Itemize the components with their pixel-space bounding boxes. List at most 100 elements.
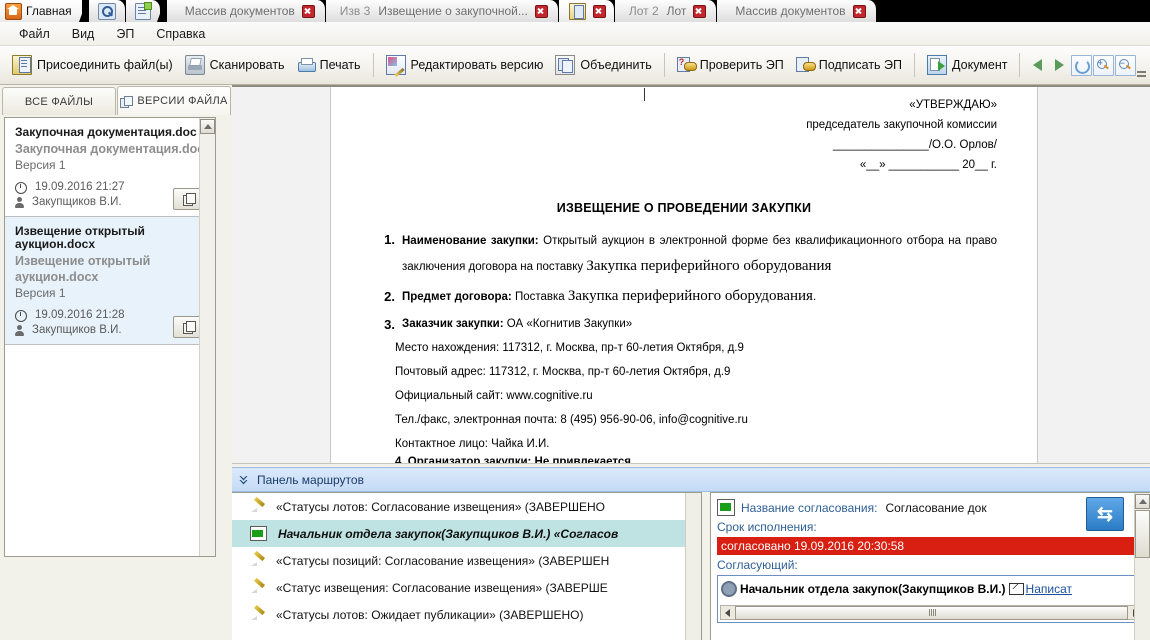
table-row[interactable]: «Статус извещения: Согласование извещени…	[232, 574, 701, 601]
row-text: «Статусы лотов: Согласование извещения» …	[276, 499, 606, 514]
close-icon[interactable]	[301, 4, 315, 18]
approval-icon	[250, 526, 267, 541]
menu-bar: Файл Вид ЭП Справка	[0, 22, 1150, 46]
menu-signature[interactable]: ЭП	[105, 24, 145, 44]
scroll-up-button[interactable]	[200, 119, 215, 134]
tab-document-array-2[interactable]: Массив документов	[717, 0, 877, 22]
table-row[interactable]: «Статусы лотов: Согласование извещения» …	[232, 493, 701, 520]
printer-icon	[297, 56, 316, 74]
toolbar-overflow-button[interactable]	[1136, 53, 1146, 77]
chevron-left-icon	[725, 608, 730, 617]
list-item[interactable]: Закупочная документация.doc Закупочная д…	[5, 118, 215, 217]
document-header: «УТВЕРЖДАЮ» председатель закупочной коми…	[371, 95, 997, 175]
scroll-thumb[interactable]	[735, 605, 1128, 620]
document-viewer[interactable]: «УТВЕРЖДАЮ» председатель закупочной коми…	[232, 85, 1150, 467]
header-line: «__» ___________ 20__ г.	[859, 159, 997, 171]
table-row[interactable]: «Статусы лотов: Ожидает публикации» (ЗАВ…	[232, 601, 701, 628]
edit-version-icon	[385, 55, 406, 75]
routes-list[interactable]: «Статусы лотов: Согласование извещения» …	[232, 492, 702, 640]
zoom-in-button[interactable]: +	[1092, 54, 1114, 76]
approval-icon	[717, 499, 735, 516]
user-icon	[15, 325, 24, 336]
sign-button[interactable]: Подписать ЭП	[790, 52, 908, 78]
verify-signature-button[interactable]: ? Проверить ЭП	[671, 52, 790, 78]
list-item[interactable]: Извещение открытый аукцион.docx Извещени…	[5, 217, 215, 345]
item-value: Закупка периферийного оборудования	[586, 258, 832, 274]
item-body: ОА «Когнитив Закупки»	[503, 318, 633, 330]
detail-line: Почтовый адрес: 117312, г. Москва, пр-т …	[395, 366, 731, 378]
write-link[interactable]: Написат	[1026, 582, 1072, 596]
tab-strip: Главная Массив документов Изв 3 Извещени…	[0, 0, 1150, 22]
text-caret	[644, 88, 645, 101]
file-name: Закупочная документация.doc	[15, 125, 197, 139]
next-page-button[interactable]	[1048, 54, 1070, 76]
scroll-left-button[interactable]	[721, 606, 734, 619]
file-list-scrollbar[interactable]	[199, 118, 215, 556]
user-icon	[15, 197, 24, 208]
refresh-button[interactable]	[1070, 54, 1092, 76]
return-button[interactable]: ⇆	[1086, 497, 1124, 531]
table-row[interactable]: Начальник отдела закупок(Закупщиков В.И.…	[232, 520, 701, 547]
file-name: Извещение открытый аукцион.docx	[15, 224, 145, 251]
document-button[interactable]: Документ	[921, 52, 1013, 78]
home-icon	[5, 2, 22, 20]
file-date: 19.09.2016 21:27	[35, 181, 125, 193]
merge-button[interactable]: Объединить	[549, 52, 657, 78]
scroll-thumb[interactable]	[1135, 510, 1150, 558]
approver-name: Начальник отдела закупок(Закупщиков В.И.…	[740, 582, 1006, 596]
file-subname: Закупочная документация.doc	[15, 142, 205, 156]
document-icon	[927, 55, 948, 75]
table-row[interactable]: «Статусы позиций: Согласование извещения…	[232, 547, 701, 574]
clock-icon	[15, 309, 27, 322]
tab-index: Лот 2	[628, 4, 659, 18]
close-icon[interactable]	[592, 4, 606, 18]
toolbar-separator-3	[914, 53, 916, 77]
tab-document-array-1[interactable]: Массив документов	[166, 0, 326, 22]
tab-label: Извещение о закупочной...	[378, 4, 528, 18]
approver-row[interactable]: Начальник отдела закупок(Закупщиков В.И.…	[718, 576, 1145, 600]
routes-splitter[interactable]	[702, 492, 710, 640]
versions-icon	[120, 95, 134, 108]
prev-page-button[interactable]	[1026, 54, 1048, 76]
tab-notice[interactable]: Изв 3 Извещение о закупочной...	[325, 0, 559, 22]
zoom-in-icon: +	[1092, 54, 1114, 76]
tab-new-doc[interactable]	[125, 0, 161, 22]
refresh-icon	[1070, 54, 1092, 76]
detail-vertical-scrollbar[interactable]	[1134, 493, 1150, 640]
detail-line: Официальный сайт: www.cognitive.ru	[395, 390, 593, 402]
edit-version-button[interactable]: Редактировать версию	[380, 52, 550, 78]
close-icon[interactable]	[693, 4, 707, 18]
menu-help[interactable]: Справка	[145, 24, 216, 44]
routes-list-scrollbar[interactable]	[685, 493, 701, 640]
scan-button[interactable]: Сканировать	[179, 52, 291, 78]
tab-label: Массив документов	[184, 4, 295, 18]
attach-file-button[interactable]: Присоединить файл(ы)	[6, 52, 179, 78]
header-line: председатель закупочной комиссии	[806, 119, 997, 131]
menu-file[interactable]: Файл	[8, 24, 61, 44]
item-number: 2.	[384, 289, 395, 304]
print-button[interactable]: Печать	[291, 52, 367, 78]
next-page-icon	[1054, 59, 1064, 71]
mail-icon[interactable]	[1008, 583, 1024, 595]
chevron-up-icon	[203, 124, 212, 129]
file-date: 19.09.2016 21:28	[35, 309, 125, 321]
routes-panel-header[interactable]: Панель маршрутов	[232, 467, 1150, 492]
close-icon[interactable]	[534, 4, 548, 18]
copy-icon	[183, 193, 196, 206]
tab-home[interactable]: Главная	[0, 0, 83, 22]
tab-search-doc[interactable]	[88, 0, 126, 22]
tab-all-files[interactable]: ВСЕ ФАЙЛЫ	[2, 87, 116, 115]
menu-view[interactable]: Вид	[61, 24, 106, 44]
close-icon[interactable]	[852, 4, 866, 18]
tab-lot[interactable]: Лот 2 Лот	[614, 0, 718, 22]
zoom-out-button[interactable]: −	[1114, 54, 1136, 76]
document-item-2: 2. Предмет договора: Поставка Закупка пе…	[371, 286, 997, 308]
document-title: ИЗВЕЩЕНИЕ О ПРОВЕДЕНИИ ЗАКУПКИ	[556, 201, 812, 215]
grip-icon	[931, 609, 932, 616]
row-text: «Статус извещения: Согласование извещени…	[276, 580, 608, 595]
tab-file-versions[interactable]: ВЕРСИИ ФАЙЛА	[117, 86, 231, 115]
tab-current-document[interactable]	[558, 0, 615, 22]
button-label: Подписать ЭП	[818, 58, 903, 72]
approver-horizontal-scrollbar[interactable]	[720, 605, 1143, 620]
scroll-up-button[interactable]	[1135, 494, 1150, 509]
